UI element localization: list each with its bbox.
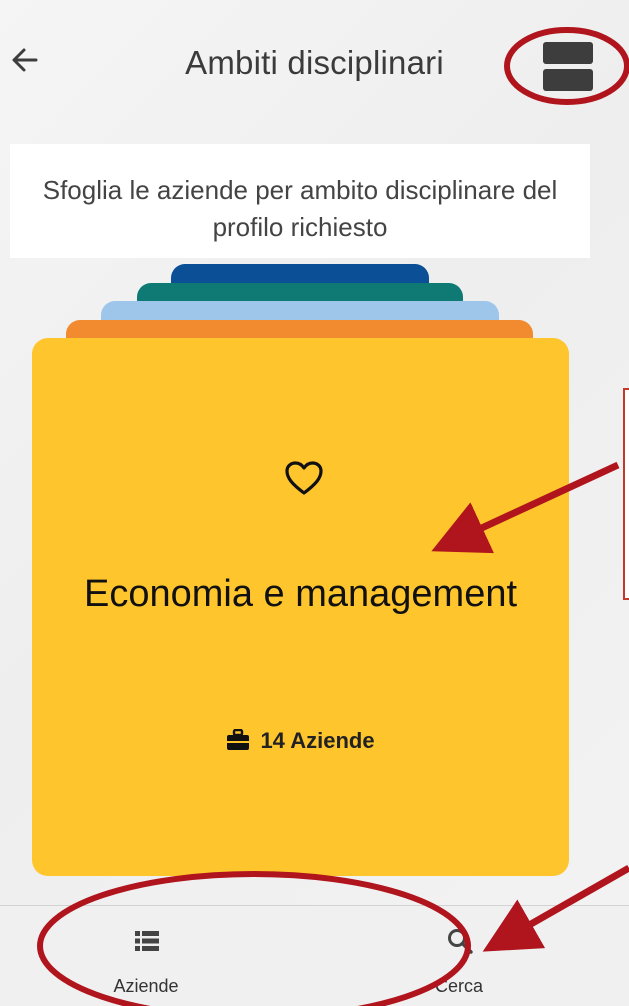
app-header: Ambiti disciplinari xyxy=(0,0,629,130)
briefcase-icon xyxy=(227,729,250,750)
search-icon xyxy=(448,929,473,954)
nav-item-cerca[interactable]: Cerca xyxy=(359,906,559,1006)
heart-icon xyxy=(285,461,323,495)
company-count: 14 Aziende xyxy=(32,728,569,754)
view-agenda-icon xyxy=(543,42,593,64)
intro-text: Sfoglia le aziende per ambito disciplina… xyxy=(10,144,590,258)
layout-toggle-button[interactable] xyxy=(543,42,593,92)
nav-label-cerca: Cerca xyxy=(434,976,483,996)
company-count-label: 14 Aziende xyxy=(260,728,375,753)
list-icon xyxy=(135,931,159,951)
nav-item-aziende[interactable]: Aziende xyxy=(46,906,246,1006)
view-agenda-icon-bar xyxy=(543,69,593,91)
bottom-navigation: Aziende Cerca xyxy=(0,905,629,1006)
nav-label-aziende: Aziende xyxy=(113,976,179,996)
app-screen: Ambiti disciplinari Sfoglia le aziende p… xyxy=(0,0,629,1006)
page-title: Ambiti disciplinari xyxy=(185,44,444,81)
callout-box xyxy=(623,388,629,600)
discipline-title: Economia e management xyxy=(83,573,518,615)
discipline-card[interactable]: Economia e management 14 Aziende xyxy=(32,338,569,876)
